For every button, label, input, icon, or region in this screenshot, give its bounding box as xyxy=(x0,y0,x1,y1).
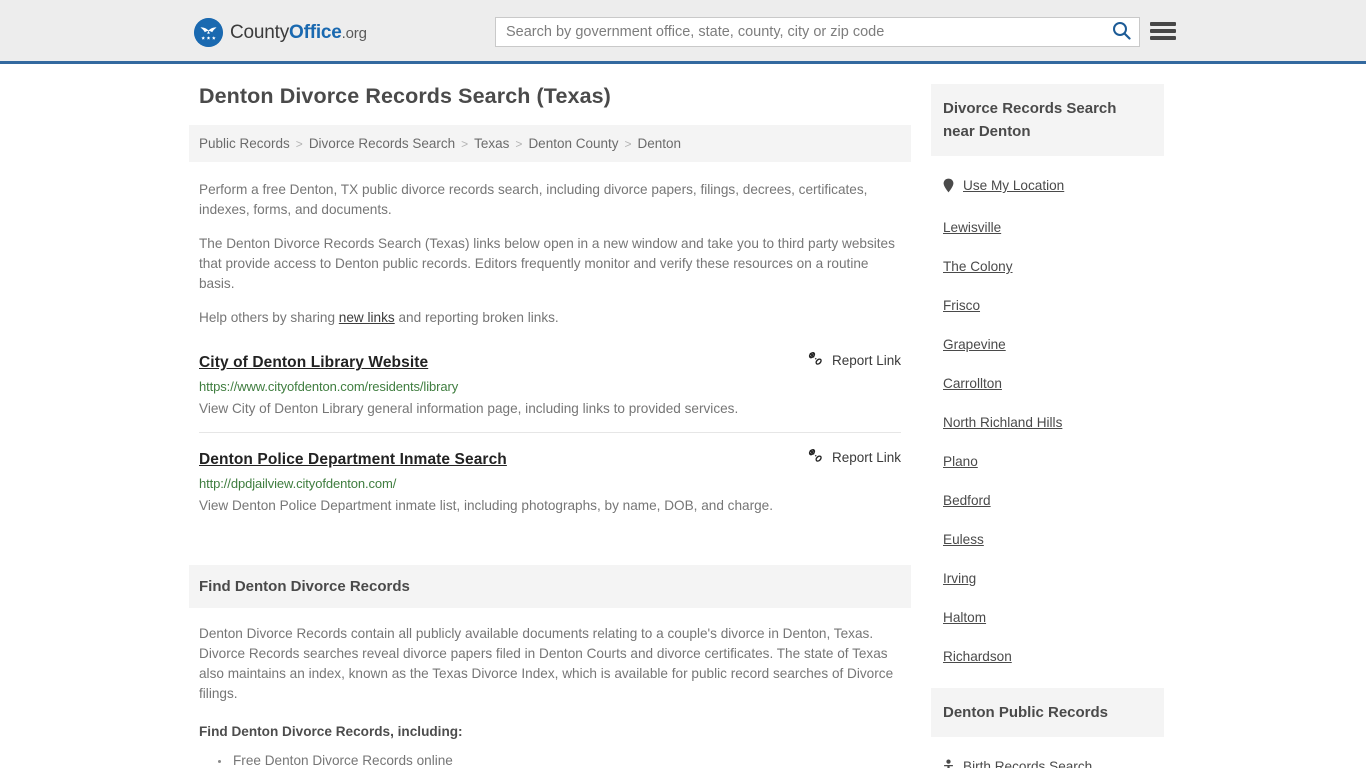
list-item: Free Denton Divorce Records online xyxy=(231,750,901,768)
sidebar-public-records-panel: Denton Public Records Birth Records Sear… xyxy=(931,688,1164,768)
breadcrumb-item-texas[interactable]: Texas xyxy=(474,136,509,151)
page-body: Denton Divorce Records Search (Texas) Pu… xyxy=(0,64,1366,768)
list-item: Bedford xyxy=(943,492,1152,510)
sidebar-nearby-panel: Divorce Records Search near Denton Use M… xyxy=(931,84,1164,666)
hamburger-menu-icon[interactable] xyxy=(1150,20,1176,42)
report-link-label: Report Link xyxy=(831,449,901,465)
list-item: North Richland Hills xyxy=(943,414,1152,432)
eagle-stars-logo-icon xyxy=(194,18,223,47)
list-item: Grapevine xyxy=(943,336,1152,354)
sidebar-city-the-colony[interactable]: The Colony xyxy=(943,259,1013,274)
report-link-button[interactable]: Report Link xyxy=(807,350,901,370)
report-link-label: Report Link xyxy=(831,352,901,368)
search-input[interactable] xyxy=(496,18,1103,46)
report-link-button[interactable]: Report Link xyxy=(807,447,901,467)
listing-title-link[interactable]: Denton Police Department Inmate Search xyxy=(199,451,507,469)
breadcrumb-item-public-records[interactable]: Public Records xyxy=(199,136,290,151)
list-item: Euless xyxy=(943,531,1152,549)
list-item: Lewisville xyxy=(943,219,1152,237)
broken-link-icon xyxy=(807,447,824,467)
breadcrumb-item-denton-county[interactable]: Denton County xyxy=(528,136,618,151)
breadcrumb-item-denton: Denton xyxy=(637,136,682,151)
breadcrumb-separator-icon: > xyxy=(515,136,523,151)
hamburger-bar xyxy=(1150,22,1176,26)
list-item: Birth Records Search xyxy=(943,759,1152,768)
listing-description: View City of Denton Library general info… xyxy=(199,401,739,416)
main-column: Denton Divorce Records Search (Texas) Pu… xyxy=(189,84,911,768)
listing-description: View Denton Police Department inmate lis… xyxy=(199,498,774,513)
list-item: Frisco xyxy=(943,297,1152,315)
link-listings: City of Denton Library Website Report Li… xyxy=(189,350,911,529)
use-my-location-label: Use My Location xyxy=(963,178,1065,193)
sidebar-city-euless[interactable]: Euless xyxy=(943,532,984,547)
find-records-list-heading: Find Denton Divorce Records, including: xyxy=(199,724,463,739)
intro-section: Perform a free Denton, TX public divorce… xyxy=(189,180,911,328)
intro-paragraph-1: Perform a free Denton, TX public divorce… xyxy=(199,182,868,217)
sidebar-public-records-list: Birth Records Search xyxy=(931,759,1164,768)
listing-title-link[interactable]: City of Denton Library Website xyxy=(199,354,428,372)
content-container: Denton Divorce Records Search (Texas) Pu… xyxy=(189,64,1177,768)
listing-header: City of Denton Library Website Report Li… xyxy=(199,350,901,372)
intro-paragraph-3: Help others by sharing new links and rep… xyxy=(199,308,901,328)
birth-records-search-link[interactable]: Birth Records Search xyxy=(943,759,1092,768)
baby-icon xyxy=(943,759,954,768)
site-logo[interactable]: CountyOffice.org xyxy=(194,18,367,47)
map-pin-icon xyxy=(943,178,954,193)
sidebar-city-irving[interactable]: Irving xyxy=(943,571,976,586)
sidebar-city-frisco[interactable]: Frisco xyxy=(943,298,980,313)
sidebar-nearby-heading: Divorce Records Search near Denton xyxy=(931,84,1164,156)
sidebar-city-richardson[interactable]: Richardson xyxy=(943,649,1012,664)
find-records-section: Find Denton Divorce Records Denton Divor… xyxy=(189,565,911,768)
breadcrumb-item-divorce-records-search[interactable]: Divorce Records Search xyxy=(309,136,455,151)
logo-text-county: County xyxy=(230,21,290,43)
listing-header: Denton Police Department Inmate Search R… xyxy=(199,447,901,469)
list-item: Richardson xyxy=(943,648,1152,666)
list-item: Carrollton xyxy=(943,375,1152,393)
sidebar: Divorce Records Search near Denton Use M… xyxy=(931,84,1164,768)
list-item: Irving xyxy=(943,570,1152,588)
site-header: CountyOffice.org xyxy=(0,0,1366,64)
intro-paragraph-2: The Denton Divorce Records Search (Texas… xyxy=(199,236,895,291)
use-my-location-link[interactable]: Use My Location xyxy=(943,178,1064,193)
search-button[interactable] xyxy=(1103,18,1139,46)
logo-text-office: Office xyxy=(289,21,342,43)
share-text-after: and reporting broken links. xyxy=(394,310,559,325)
sidebar-city-north-richland-hills[interactable]: North Richland Hills xyxy=(943,415,1062,430)
breadcrumb-separator-icon: > xyxy=(461,136,469,151)
sidebar-city-bedford[interactable]: Bedford xyxy=(943,493,991,508)
breadcrumb: Public Records > Divorce Records Search … xyxy=(189,125,911,162)
breadcrumb-separator-icon: > xyxy=(624,136,632,151)
list-item: Plano xyxy=(943,453,1152,471)
find-records-heading: Find Denton Divorce Records xyxy=(189,565,911,608)
sidebar-city-carrollton[interactable]: Carrollton xyxy=(943,376,1002,391)
page-title: Denton Divorce Records Search (Texas) xyxy=(199,84,611,108)
find-records-list: Free Denton Divorce Records online Copie… xyxy=(199,750,901,768)
find-records-body: Denton Divorce Records contain all publi… xyxy=(189,624,911,768)
listing-item: City of Denton Library Website Report Li… xyxy=(199,350,901,433)
share-text-before: Help others by sharing xyxy=(199,310,339,325)
logo-text-tld: .org xyxy=(341,24,367,42)
listing-url[interactable]: https://www.cityofdenton.com/residents/l… xyxy=(199,379,901,394)
list-item: The Colony xyxy=(943,258,1152,276)
birth-records-search-label: Birth Records Search xyxy=(963,759,1093,768)
search-icon xyxy=(1112,21,1131,43)
search-bar[interactable] xyxy=(495,17,1140,47)
sidebar-city-plano[interactable]: Plano xyxy=(943,454,978,469)
listing-url[interactable]: http://dpdjailview.cityofdenton.com/ xyxy=(199,476,901,491)
new-links-link[interactable]: new links xyxy=(339,310,395,325)
find-records-paragraph: Denton Divorce Records contain all publi… xyxy=(199,626,894,701)
hamburger-bar xyxy=(1150,29,1176,33)
sidebar-nearby-list: Use My Location Lewisville The Colony Fr… xyxy=(931,178,1164,666)
sidebar-city-haltom[interactable]: Haltom xyxy=(943,610,986,625)
sidebar-public-records-heading: Denton Public Records xyxy=(931,688,1164,737)
site-logo-text: CountyOffice.org xyxy=(230,22,367,44)
list-item: Haltom xyxy=(943,609,1152,627)
listing-item: Denton Police Department Inmate Search R… xyxy=(199,447,901,529)
breadcrumb-separator-icon: > xyxy=(295,136,303,151)
sidebar-city-lewisville[interactable]: Lewisville xyxy=(943,220,1001,235)
sidebar-city-grapevine[interactable]: Grapevine xyxy=(943,337,1006,352)
list-item: Use My Location xyxy=(943,178,1152,198)
hamburger-bar xyxy=(1150,36,1176,40)
broken-link-icon xyxy=(807,350,824,370)
